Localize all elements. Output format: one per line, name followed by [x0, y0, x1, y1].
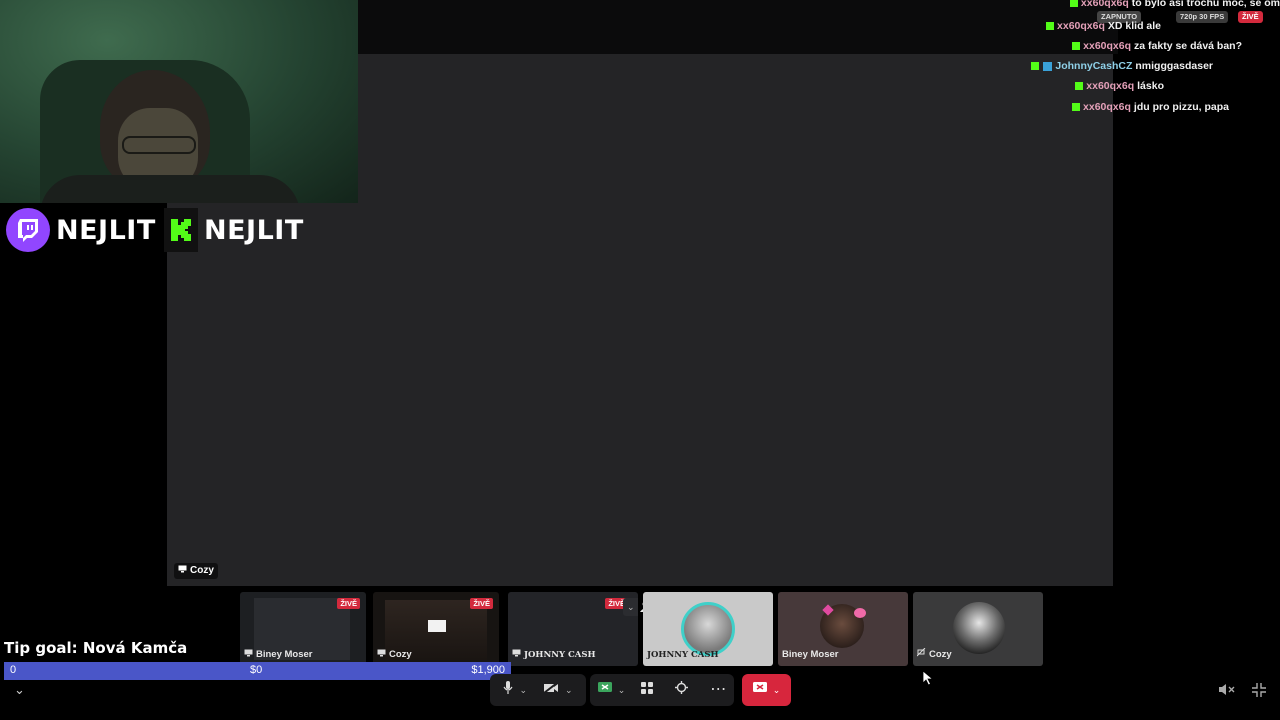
chevron-down-icon[interactable]: ⌄	[773, 685, 781, 696]
participant-name: JOHNNY CASH	[647, 650, 719, 660]
monitor-icon	[377, 649, 386, 660]
monitor-icon	[244, 649, 253, 660]
verified-badge-icon	[1043, 61, 1053, 71]
status-live-badge: ŽIVĚ	[1238, 11, 1263, 23]
status-quality-badge: 720p 30 FPS	[1176, 11, 1229, 23]
kick-channel-name: NEJLIT	[204, 214, 304, 246]
participant-tile[interactable]: ŽIVĚ ⌄ JOHNNY CASH	[508, 592, 638, 666]
tip-goal-bar: 0 $0 $1,900	[4, 662, 511, 680]
participant-tile[interactable]: ŽIVĚ Biney Moser	[240, 592, 366, 666]
monitor-icon	[428, 620, 446, 632]
twitch-brand: NEJLIT	[6, 207, 156, 253]
screen-share-icon[interactable]	[597, 681, 612, 699]
monitor-icon	[178, 563, 187, 579]
tip-goal-start: 0	[10, 664, 17, 676]
twitch-channel-name: NEJLIT	[56, 214, 156, 246]
participant-tile[interactable]: JOHNNY CASH	[643, 592, 773, 666]
chevron-down-icon[interactable]: ⌄	[565, 685, 573, 696]
kick-brand: NEJLIT	[164, 207, 304, 253]
streamer-webcam	[0, 0, 358, 203]
tip-goal-current: $0	[250, 664, 263, 676]
more-icon[interactable]: ⋯	[710, 682, 726, 698]
mic-camera-controls: ⌄ ⌄	[490, 674, 586, 706]
participant-name: JOHNNY CASH	[524, 649, 596, 660]
kick-badge-icon	[1046, 22, 1055, 30]
mouse-cursor-icon	[922, 670, 934, 691]
avatar	[681, 602, 735, 656]
avatar	[953, 602, 1005, 654]
speaker-mute-icon[interactable]	[1219, 683, 1235, 701]
chat-line: JohnnyCashCZ nmigggasdaser	[1031, 60, 1213, 72]
monitor-icon	[512, 649, 521, 660]
chat-line: xx60qx6q lásko	[1075, 80, 1164, 92]
kick-badge-icon	[1075, 82, 1084, 90]
effects-icon[interactable]	[675, 681, 689, 699]
participant-name: Cozy	[389, 649, 412, 660]
chevron-down-icon[interactable]: ⌄	[618, 685, 626, 696]
chat-line: xx60qx6q jdu pro pizzu, papa	[1072, 101, 1229, 113]
kick-badge-icon	[1069, 0, 1078, 7]
chat-line: xx60qx6q XD klid ale	[1046, 20, 1161, 32]
participant-tile[interactable]: ŽIVĚ Cozy	[373, 592, 499, 666]
participant-name: Biney Moser	[782, 649, 839, 660]
kick-badge-icon	[1072, 103, 1081, 111]
participant-name: Cozy	[929, 648, 952, 660]
tile-menu[interactable]: ⌄	[623, 598, 638, 616]
camera-off-icon[interactable]	[543, 681, 559, 699]
leave-call-button[interactable]: ⌄	[742, 674, 791, 706]
activity-controls: ⌄ ⋯	[590, 674, 734, 706]
stage-user-label: Cozy	[174, 563, 218, 579]
microphone-icon[interactable]	[503, 680, 513, 700]
chevron-down-icon[interactable]: ⌄	[14, 682, 25, 698]
kick-badge-icon	[1072, 42, 1081, 50]
chat-line: xx60qx6q za fakty se dává ban?	[1072, 40, 1242, 52]
chevron-down-icon: ⌄	[627, 601, 635, 612]
leave-call-icon	[752, 681, 767, 699]
kick-logo-icon	[164, 208, 198, 252]
participant-tile[interactable]: Cozy	[913, 592, 1043, 666]
exit-fullscreen-icon[interactable]	[1252, 683, 1266, 702]
activities-icon[interactable]	[641, 681, 654, 699]
participant-name: Biney Moser	[256, 649, 313, 660]
chat-line: xx60qx6q to bylo asi trochu moc, se om	[1069, 0, 1280, 9]
chevron-down-icon[interactable]: ⌄	[519, 685, 527, 696]
muted-icon	[916, 647, 926, 660]
tip-goal-title: Tip goal: Nová Kamča	[4, 639, 188, 657]
top-bar	[358, 0, 1118, 54]
kick-badge-icon	[1031, 62, 1040, 70]
twitch-logo-icon	[6, 208, 50, 252]
participant-tile[interactable]: Biney Moser	[778, 592, 908, 666]
